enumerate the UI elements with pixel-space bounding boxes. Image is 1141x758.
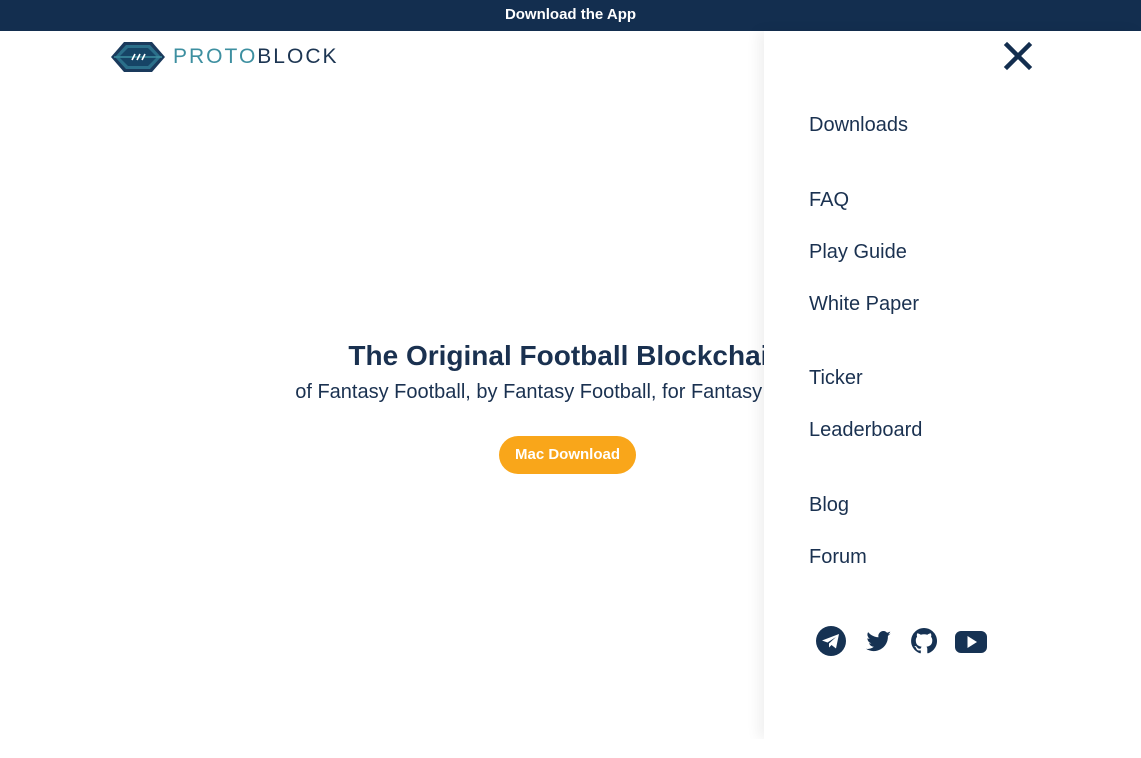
menu-item-ticker[interactable]: Ticker: [809, 365, 863, 391]
nav-drawer: Downloads FAQ Play Guide White Paper Tic…: [764, 31, 1141, 739]
protoblock-logo[interactable]: PROTOBLOCK: [111, 40, 339, 74]
page-bottom-strip: [0, 739, 1141, 758]
twitter-icon[interactable]: [862, 625, 894, 657]
menu-item-downloads[interactable]: Downloads: [809, 112, 908, 138]
youtube-icon[interactable]: [954, 625, 987, 657]
mac-download-button[interactable]: Mac Download: [499, 436, 636, 474]
telegram-icon[interactable]: [815, 625, 847, 657]
menu-item-faq[interactable]: FAQ: [809, 187, 849, 213]
protoblock-logo-icon: [111, 42, 165, 72]
menu-item-leaderboard[interactable]: Leaderboard: [809, 417, 922, 443]
menu-item-blog[interactable]: Blog: [809, 492, 849, 518]
download-app-banner[interactable]: Download the App: [0, 0, 1141, 31]
menu-item-play-guide[interactable]: Play Guide: [809, 239, 907, 265]
logo-wordmark: PROTOBLOCK: [173, 45, 339, 68]
menu-item-white-paper[interactable]: White Paper: [809, 291, 919, 317]
close-icon[interactable]: [1002, 40, 1034, 72]
menu-item-forum[interactable]: Forum: [809, 544, 867, 570]
github-icon[interactable]: [908, 625, 940, 657]
